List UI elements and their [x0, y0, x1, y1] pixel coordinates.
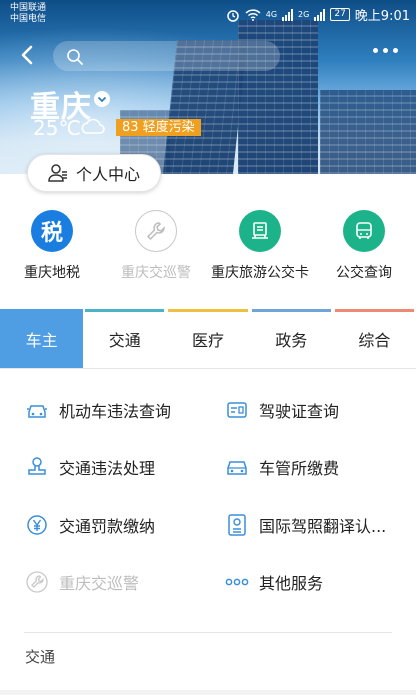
tax-icon: 税 — [31, 210, 73, 252]
network-type-1: 4G — [265, 10, 278, 19]
quick-item-traffic-police[interactable]: 重庆交巡警 — [104, 210, 208, 282]
service-vehicle-violation-query[interactable]: 机动车违法查询 — [25, 398, 171, 422]
service-label: 交通违法处理 — [59, 459, 156, 478]
bus-icon — [343, 210, 385, 252]
wrench-icon — [25, 570, 49, 594]
service-label: 机动车违法查询 — [59, 402, 172, 421]
divider — [24, 632, 392, 633]
service-label: 驾驶证查询 — [259, 402, 340, 421]
quick-item-label: 重庆地税 — [24, 265, 80, 281]
service-label: 重庆交巡警 — [59, 574, 140, 593]
service-license-query[interactable]: 驾驶证查询 — [225, 398, 339, 422]
service-label: 车管所缴费 — [259, 459, 340, 478]
profile-label: 个人中心 — [76, 165, 141, 184]
tab-car-owner[interactable]: 车主 — [0, 309, 84, 368]
quick-item-tax[interactable]: 税 重庆地税 — [0, 210, 104, 282]
temperature: 25℃ — [33, 116, 81, 140]
signal-icon — [282, 8, 294, 21]
quick-item-tour-bus-card[interactable]: 重庆旅游公交卡 — [208, 210, 312, 282]
bus-card-icon — [239, 210, 281, 252]
carrier-1: 中国联通 — [10, 3, 47, 13]
license-card-icon — [225, 398, 249, 422]
service-fine-payment[interactable]: 交通罚款缴纳 — [25, 513, 155, 537]
status-indicators: 4G 2G 27 晚上9:01 — [226, 5, 410, 24]
building-image — [320, 90, 416, 174]
document-icon — [225, 513, 249, 537]
bottom-separator — [0, 690, 416, 695]
category-tabs: 车主 交通 医疗 政务 综合 — [0, 309, 416, 369]
service-vehicle-office-fee[interactable]: 车管所缴费 — [225, 455, 339, 479]
service-traffic-police[interactable]: 重庆交巡警 — [25, 570, 139, 594]
tab-medical[interactable]: 医疗 — [166, 309, 249, 368]
service-label: 其他服务 — [259, 574, 324, 593]
alarm-icon — [227, 9, 239, 22]
yuan-icon — [25, 513, 49, 537]
user-icon — [48, 164, 67, 182]
service-intl-license-translation[interactable]: 国际驾照翻译认... — [225, 513, 386, 537]
aqi-badge: 83 轻度污染 — [116, 119, 201, 136]
tab-traffic[interactable]: 交通 — [83, 309, 166, 368]
more-menu-icon[interactable] — [373, 48, 398, 53]
quick-item-label: 重庆交巡警 — [121, 265, 191, 281]
quick-item-label: 公交查询 — [336, 265, 392, 281]
quick-item-bus-query[interactable]: 公交查询 — [312, 210, 416, 282]
service-violation-handling[interactable]: 交通违法处理 — [25, 455, 155, 479]
signal-icon — [314, 8, 326, 21]
section-title: 交通 — [25, 648, 56, 666]
wifi-icon — [245, 8, 261, 21]
car-front-icon — [225, 455, 249, 479]
stamp-icon — [25, 455, 49, 479]
carrier-2: 中国电信 — [10, 14, 47, 24]
car-icon — [25, 398, 49, 422]
tab-government[interactable]: 政务 — [250, 309, 333, 368]
carrier-info: 中国联通 中国电信 — [10, 3, 46, 25]
network-type-2: 2G — [298, 10, 310, 19]
more-dots-icon — [225, 570, 249, 594]
tab-general[interactable]: 综合 — [333, 309, 416, 368]
profile-center-button[interactable]: 个人中心 — [27, 154, 161, 192]
status-bar: 中国联通 中国电信 4G 2G 27 晚上9:01 — [0, 0, 416, 28]
cloud-icon — [81, 118, 105, 134]
search-input[interactable] — [53, 41, 280, 71]
service-label: 交通罚款缴纳 — [59, 517, 156, 536]
back-arrow-icon[interactable] — [16, 44, 38, 66]
service-label: 国际驾照翻译认... — [259, 517, 387, 536]
wrench-icon — [135, 210, 177, 252]
clock: 晚上9:01 — [354, 9, 410, 24]
service-other[interactable]: 其他服务 — [225, 570, 323, 594]
battery-icon: 27 — [330, 8, 350, 21]
quick-item-label: 重庆旅游公交卡 — [211, 265, 309, 281]
search-icon — [67, 49, 83, 65]
chevron-down-icon[interactable] — [94, 91, 110, 107]
quick-services: 税 重庆地税 重庆交巡警 重庆旅游公交卡 公交查询 — [0, 210, 416, 290]
